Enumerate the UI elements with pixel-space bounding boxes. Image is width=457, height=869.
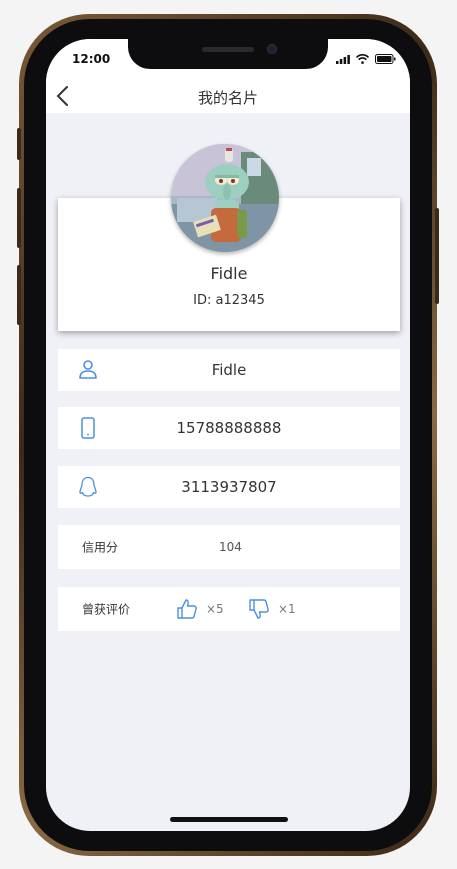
nav-bar: 我的名片	[46, 79, 410, 113]
thumbs-up-icon	[177, 599, 197, 619]
dislike-rating: ×1	[248, 598, 296, 620]
notch	[128, 39, 328, 69]
speaker-grille	[202, 47, 254, 52]
like-rating: ×5	[176, 598, 224, 620]
front-camera	[267, 44, 277, 54]
profile-id: ID: a12345	[193, 293, 265, 308]
avatar-image	[171, 144, 279, 252]
ratings-label: 曾获评价	[82, 602, 131, 617]
ratings-row: 曾获评价 ×5 ×1	[58, 587, 400, 631]
battery-icon	[375, 54, 396, 64]
phone-row: 15788888888	[58, 407, 400, 449]
volume-up-button	[17, 188, 21, 248]
qq-value: 3113937807	[181, 478, 277, 496]
thumbs-down-icon	[249, 599, 269, 619]
wifi-icon	[356, 54, 369, 64]
dislike-count: ×1	[278, 602, 296, 616]
avatar[interactable]	[171, 144, 279, 252]
like-count: ×5	[206, 602, 224, 616]
credit-label: 信用分	[82, 540, 119, 555]
mute-switch	[17, 128, 21, 160]
phone-value: 15788888888	[176, 419, 282, 437]
name-value: Fidle	[211, 361, 247, 379]
credit-value: 104	[219, 540, 242, 554]
power-button	[435, 208, 439, 304]
volume-down-button	[17, 265, 21, 325]
name-row: Fidle	[58, 349, 400, 391]
credit-row: 信用分 104	[58, 525, 400, 569]
status-icons	[336, 54, 396, 64]
profile-name: Fidle	[210, 264, 248, 283]
page-title: 我的名片	[197, 89, 258, 107]
phone-screen: 12:00 我的名片 Fidle ID: a12345 Fidle 157888…	[46, 39, 410, 831]
signal-icon	[336, 54, 350, 64]
status-time: 12:00	[72, 52, 111, 66]
qq-row: 3113937807	[58, 466, 400, 508]
home-indicator[interactable]	[170, 817, 288, 822]
